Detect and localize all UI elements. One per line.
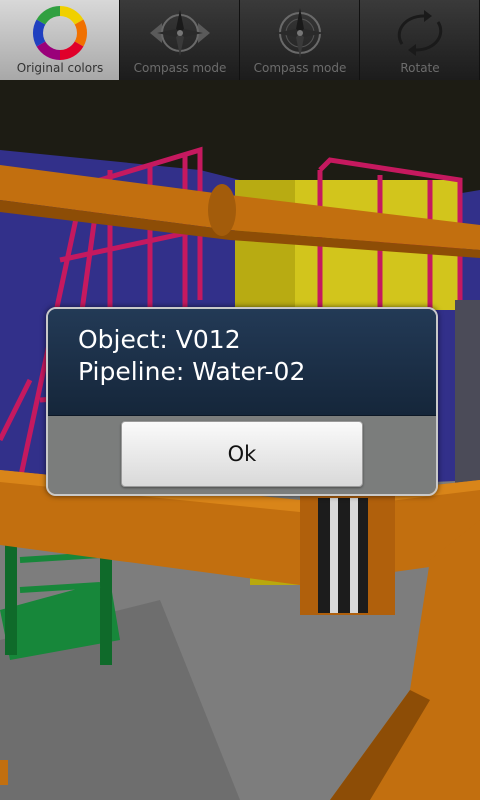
object-info-dialog: Object: V012 Pipeline: Water-02 Ok	[46, 307, 438, 496]
dialog-message-area: Object: V012 Pipeline: Water-02	[48, 309, 436, 416]
object-name-text: Object: V012	[78, 325, 241, 354]
ok-button[interactable]: Ok	[121, 421, 363, 487]
app-screen: Original colors Compass mode Compass mod…	[0, 0, 480, 800]
dialog-button-bar: Ok	[48, 416, 436, 494]
pipeline-name-text: Pipeline: Water-02	[78, 357, 306, 386]
